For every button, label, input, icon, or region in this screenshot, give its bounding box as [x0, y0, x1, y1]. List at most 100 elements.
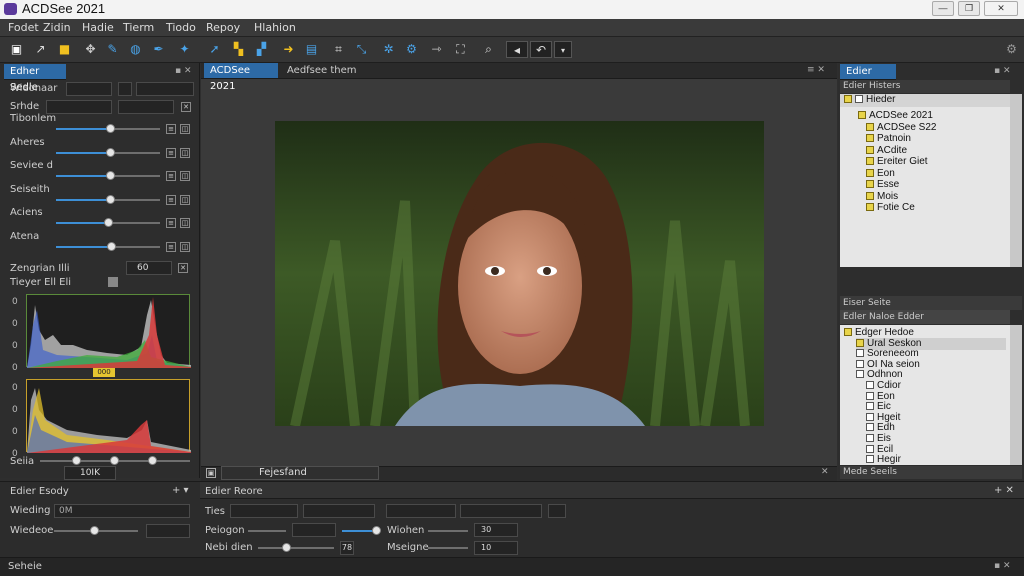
- copy-tool-icon[interactable]: ▞: [253, 41, 270, 58]
- filmstrip-icon[interactable]: ▣: [206, 468, 216, 478]
- select-tool-icon[interactable]: ▣: [8, 41, 25, 58]
- right-panel-tab[interactable]: Edier Soene: [840, 64, 896, 93]
- reset-icon[interactable]: ≡: [166, 241, 176, 252]
- bottom-right-value[interactable]: 10: [474, 541, 518, 555]
- bottom-row-dropdown[interactable]: [386, 504, 456, 518]
- slider-track[interactable]: [258, 547, 334, 549]
- redo-button[interactable]: ↶: [530, 41, 552, 58]
- folder-tool-icon[interactable]: ▚: [230, 41, 247, 58]
- close-button[interactable]: ✕: [984, 1, 1018, 16]
- pen-tool-icon[interactable]: ✒: [150, 41, 167, 58]
- transform-tool-icon[interactable]: ⛶: [452, 41, 469, 58]
- cursor-tool-icon[interactable]: ➚: [206, 41, 223, 58]
- layer-tool-icon[interactable]: ▤: [303, 41, 320, 58]
- tree-header[interactable]: Hieder: [844, 94, 895, 106]
- tree-item[interactable]: Fotie Ce: [866, 202, 915, 214]
- menu-item[interactable]: Zidin: [43, 21, 71, 34]
- reset-icon[interactable]: ≡: [166, 218, 176, 228]
- left-panel-tab[interactable]: Edher Sedle: [4, 64, 66, 93]
- bottom-row-toggle[interactable]: [548, 504, 566, 518]
- slider-knob[interactable]: [282, 543, 291, 552]
- setting-dropdown[interactable]: [66, 82, 112, 96]
- pin-icon[interactable]: ▪ ✕: [175, 66, 192, 76]
- bottom-row-value[interactable]: 78: [340, 541, 354, 555]
- slider-knob[interactable]: [106, 171, 116, 180]
- slider-track[interactable]: [428, 530, 468, 532]
- slider-track[interactable]: [428, 547, 468, 549]
- add-icon[interactable]: + ▾: [172, 485, 189, 496]
- slider-knob[interactable]: [107, 241, 117, 251]
- setting-select[interactable]: [136, 82, 194, 96]
- move-tool-icon[interactable]: ✥: [82, 41, 99, 58]
- link-icon[interactable]: ◫: [180, 241, 190, 252]
- resize-tool-icon[interactable]: ⤡: [353, 41, 370, 58]
- image-tool-icon[interactable]: ■: [56, 41, 73, 58]
- maximize-button[interactable]: ❐: [958, 1, 980, 16]
- bottom-mid-header[interactable]: Edier Reore: [205, 486, 263, 497]
- options-icon[interactable]: ⚙: [1003, 41, 1020, 58]
- bottom-right-value[interactable]: 30: [474, 523, 518, 537]
- search-icon[interactable]: ⌕: [480, 41, 497, 58]
- slider-track[interactable]: [248, 530, 286, 532]
- tree-item[interactable]: ACDSee 2021: [858, 110, 933, 122]
- tree-item[interactable]: Esse: [866, 179, 899, 191]
- scrollbar[interactable]: [1010, 94, 1022, 267]
- tree-item[interactable]: Ereiter Giet: [866, 156, 928, 168]
- menu-item[interactable]: Hadie: [82, 21, 114, 34]
- tree-item[interactable]: Mois: [866, 191, 898, 203]
- menu-item[interactable]: Tiodo: [166, 21, 196, 34]
- photo-canvas[interactable]: [275, 121, 764, 426]
- undo-button[interactable]: ◂: [506, 41, 528, 58]
- tree-item[interactable]: Eon: [866, 168, 895, 180]
- scrollbar[interactable]: [1010, 325, 1022, 465]
- tree-item[interactable]: ACdite: [866, 145, 907, 157]
- setting-dropdown[interactable]: [46, 100, 112, 114]
- link-icon[interactable]: ◫: [180, 124, 190, 134]
- bottom-slider-knob[interactable]: [110, 456, 119, 465]
- crop-tool-icon[interactable]: ⌗: [330, 41, 347, 58]
- reset-icon[interactable]: ≡: [166, 147, 176, 158]
- link-icon[interactable]: ◫: [180, 171, 190, 181]
- sub-icon[interactable]: [108, 277, 118, 287]
- bottom-slider-knob[interactable]: [148, 456, 157, 465]
- bottom-value[interactable]: 10IK: [64, 466, 116, 480]
- close-icon[interactable]: ✕: [181, 102, 191, 112]
- tree-item[interactable]: Hegir: [866, 454, 901, 466]
- bottom-row-dropdown[interactable]: [460, 504, 542, 518]
- menu-item[interactable]: Tierm: [123, 21, 154, 34]
- tab-second[interactable]: Aedfsee them: [281, 63, 381, 79]
- link-icon[interactable]: ◫: [180, 147, 190, 158]
- bottom-row-select[interactable]: [292, 523, 336, 537]
- menu-item[interactable]: Fodet: [8, 21, 39, 34]
- chevron-down-icon[interactable]: ▾: [554, 41, 572, 58]
- slider-knob[interactable]: [106, 147, 116, 157]
- minimize-button[interactable]: —: [932, 1, 954, 16]
- close-icon[interactable]: ✕: [821, 467, 829, 477]
- setting-toggle[interactable]: [118, 82, 132, 96]
- slider-knob[interactable]: [106, 194, 116, 204]
- setting-select[interactable]: [118, 100, 174, 114]
- zoom-tool-icon[interactable]: ◍: [127, 41, 144, 58]
- wand-tool-icon[interactable]: ✎: [104, 41, 121, 58]
- tab-viewer[interactable]: ACDSee 2021: [204, 63, 278, 92]
- reset-icon[interactable]: ≡: [166, 171, 176, 181]
- menu-item[interactable]: Repoy: [206, 21, 240, 34]
- bottom-row-dropdown[interactable]: [303, 504, 375, 518]
- brush-tool-icon[interactable]: ↗: [32, 41, 49, 58]
- add-icon[interactable]: + ✕: [994, 485, 1014, 496]
- slider-knob[interactable]: [104, 218, 113, 227]
- reset-icon[interactable]: ≡: [166, 124, 176, 134]
- status-controls-icon[interactable]: ▪ ✕: [994, 561, 1011, 571]
- bottom-left-value[interactable]: 0M: [54, 504, 190, 518]
- zoom-select[interactable]: 60: [126, 261, 172, 275]
- slider-knob[interactable]: [372, 526, 381, 535]
- tree-item[interactable]: ACDSee S22: [866, 122, 936, 134]
- magic-tool-icon[interactable]: ✦: [176, 41, 193, 58]
- reset-icon[interactable]: ≡: [166, 194, 176, 205]
- gear-icon[interactable]: ⚙: [403, 41, 420, 58]
- arrow-tool-icon[interactable]: ⇾: [428, 41, 445, 58]
- tab-close-icon[interactable]: ≡ ✕: [807, 65, 825, 75]
- tree-item[interactable]: Patnoin: [866, 133, 911, 145]
- pin-icon[interactable]: ▪ ✕: [994, 66, 1011, 76]
- paste-tool-icon[interactable]: ➜: [280, 41, 297, 58]
